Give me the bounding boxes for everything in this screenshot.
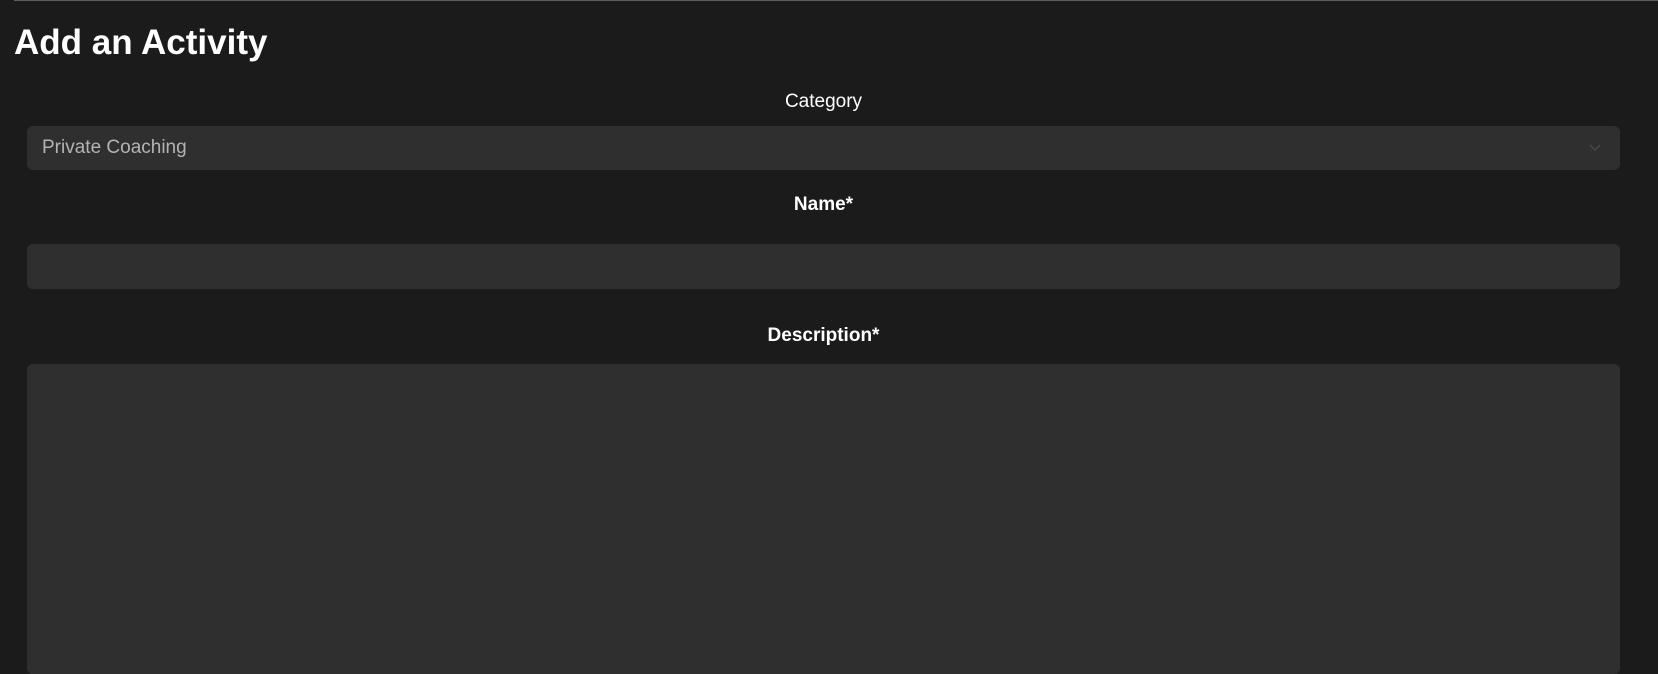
category-label: Category (784, 91, 863, 112)
category-select[interactable]: Private Coaching (27, 126, 1620, 170)
description-label: Description* (767, 325, 880, 346)
name-input[interactable] (27, 244, 1620, 289)
top-divider (14, 0, 1658, 1)
page-title: Add an Activity (14, 23, 268, 62)
chevron-down-icon (1589, 144, 1601, 151)
description-textarea[interactable] (27, 364, 1620, 674)
name-label: Name* (793, 194, 854, 215)
category-selected-value: Private Coaching (42, 137, 187, 158)
